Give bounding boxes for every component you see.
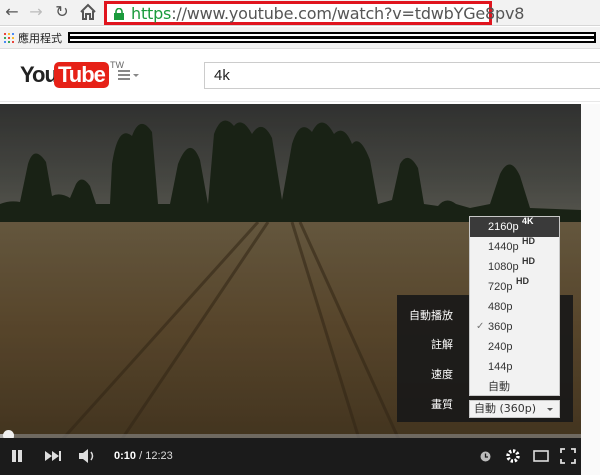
- redacted-bookmarks: [68, 32, 596, 43]
- quality-option[interactable]: 480p: [470, 297, 559, 317]
- quality-option[interactable]: 1440p HD: [470, 236, 559, 257]
- current-time: 0:10: [114, 450, 137, 462]
- back-icon[interactable]: ←: [2, 2, 22, 22]
- browser-toolbar: ← → ↻ https://www.youtube.com/watch?v=td…: [0, 0, 600, 26]
- url-path: ://www.youtube.com/watch?v=tdwbYGe8pv8: [171, 4, 525, 23]
- pause-icon[interactable]: [10, 449, 24, 463]
- forward-icon[interactable]: →: [26, 2, 46, 22]
- quality-option[interactable]: 2160p 4K: [470, 216, 559, 237]
- quality-option[interactable]: ✓ 360p: [470, 317, 559, 337]
- quality-option[interactable]: 1080p HD: [470, 256, 559, 277]
- guide-menu-button[interactable]: [118, 70, 140, 82]
- autoplay-label: 自動播放: [409, 309, 453, 322]
- next-icon[interactable]: [44, 450, 62, 462]
- logo-tube: Tube: [54, 62, 109, 88]
- menu-bar-icon: [118, 70, 130, 72]
- check-icon: ✓: [476, 321, 485, 332]
- home-icon[interactable]: [78, 2, 98, 22]
- chevron-down-icon: [547, 408, 553, 411]
- quality-option[interactable]: 自動: [470, 377, 559, 397]
- quality-badge: 4K: [522, 216, 534, 226]
- player-controls: 0:10 / 12:23: [0, 438, 581, 475]
- youtube-header: You Tube TW 4k: [0, 50, 600, 102]
- watch-later-icon[interactable]: [480, 451, 491, 462]
- gear-icon[interactable]: [505, 448, 521, 464]
- quality-option[interactable]: 144p: [470, 357, 559, 377]
- search-input[interactable]: 4k: [204, 62, 600, 89]
- logo-you: You: [20, 62, 58, 87]
- quality-badge: HD: [522, 236, 535, 246]
- url-scheme: https: [131, 4, 172, 23]
- quality-badge: HD: [522, 256, 535, 266]
- quality-badge: HD: [516, 276, 529, 286]
- reload-icon[interactable]: ↻: [52, 2, 72, 22]
- theater-mode-icon[interactable]: [533, 450, 549, 462]
- apps-bookmark-label[interactable]: 應用程式: [18, 30, 62, 46]
- apps-grid-icon[interactable]: [4, 33, 14, 43]
- quality-option[interactable]: 720p HD: [470, 276, 559, 297]
- menu-bar-icon: [118, 74, 130, 76]
- speed-label: 速度: [431, 368, 453, 381]
- address-bar[interactable]: https://www.youtube.com/watch?v=tdwbYGe8…: [104, 1, 524, 25]
- logo-region: TW: [110, 60, 124, 70]
- quality-label: 畫質: [431, 398, 453, 411]
- bookmarks-bar: 應用程式: [0, 27, 600, 49]
- time-display: 0:10 / 12:23: [114, 450, 173, 462]
- lock-icon: [114, 8, 124, 20]
- quality-option[interactable]: 240p: [470, 337, 559, 357]
- url-text: https://www.youtube.com/watch?v=tdwbYGe8…: [131, 5, 524, 23]
- quality-select[interactable]: 自動 (360p): [469, 400, 560, 418]
- chevron-down-icon: [133, 74, 139, 77]
- video-player[interactable]: 自動播放 註解 速度 畫質 自動 (360p) 2160p 4K 1440p HD …: [0, 104, 581, 475]
- quality-select-value: 自動 (360p): [474, 402, 537, 415]
- duration: 12:23: [145, 450, 173, 462]
- menu-bar-icon: [118, 78, 130, 80]
- page-background: [581, 104, 600, 475]
- volume-icon[interactable]: [78, 448, 98, 464]
- quality-menu: 2160p 4K 1440p HD 1080p HD 720p HD 480p ✓ 360…: [469, 216, 560, 396]
- time-separator: /: [136, 450, 146, 462]
- fullscreen-icon[interactable]: [560, 448, 576, 464]
- annotations-label: 註解: [431, 338, 453, 351]
